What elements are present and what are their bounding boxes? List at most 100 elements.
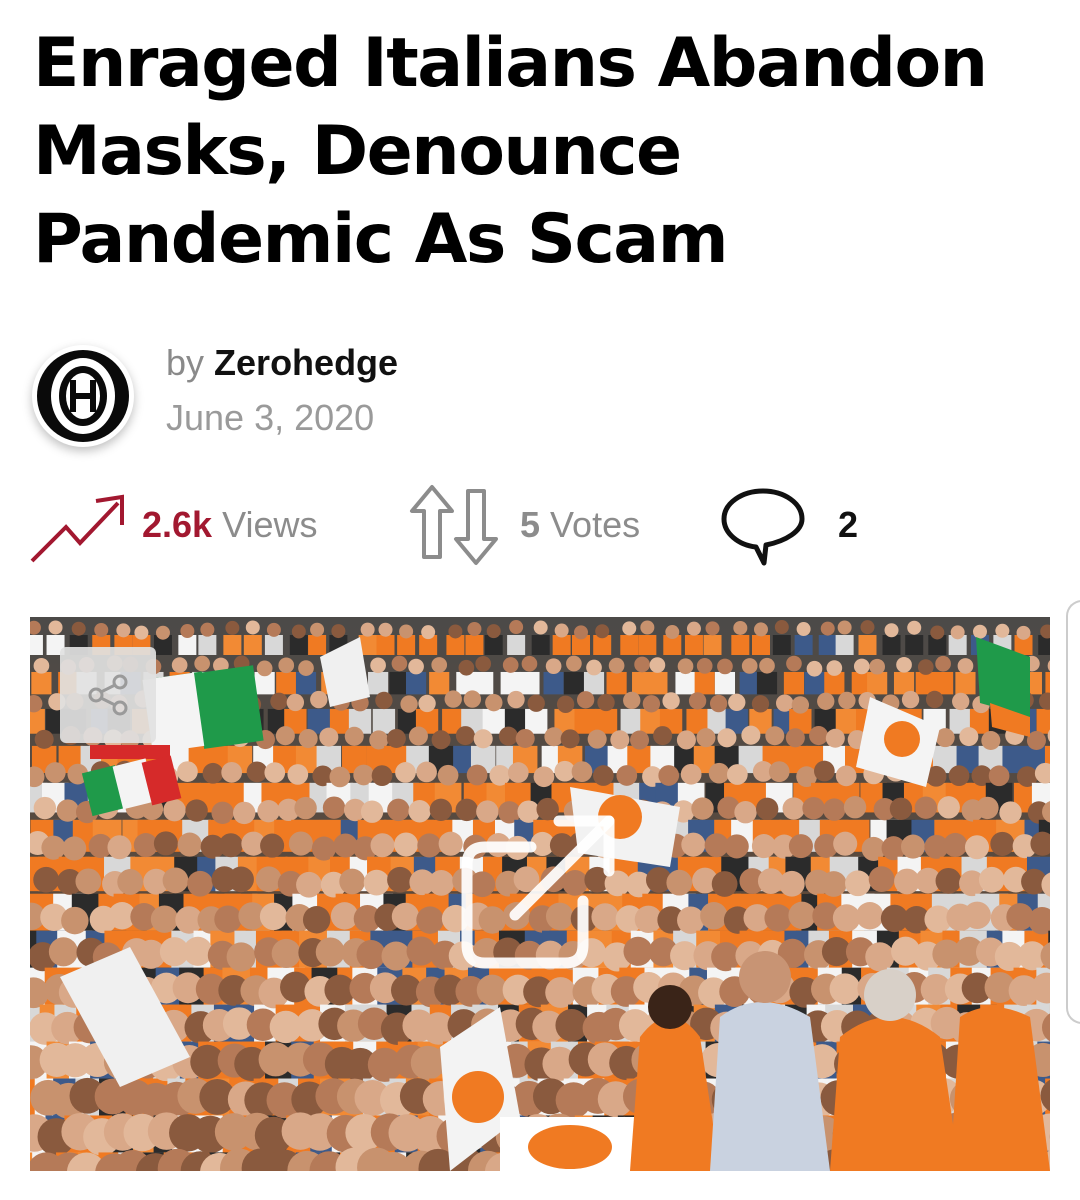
crowd-head — [533, 620, 548, 635]
crowd-head — [896, 656, 912, 673]
crowd-head — [802, 796, 825, 820]
author-name[interactable]: Zerohedge — [214, 342, 398, 383]
crowd-head — [610, 730, 630, 750]
comments-stat[interactable]: 2 — [718, 480, 858, 570]
crowd-head — [33, 657, 50, 674]
crowd-body — [507, 635, 526, 655]
side-panel-handle[interactable] — [1066, 600, 1080, 1024]
crowd-head — [560, 729, 580, 749]
crowd-head — [907, 620, 922, 635]
crowd-head — [717, 658, 733, 675]
share-icon — [88, 674, 128, 716]
crowd-head — [753, 622, 768, 637]
crowd-head — [431, 730, 451, 750]
open-external-icon[interactable] — [455, 805, 625, 975]
crowd-head — [310, 622, 325, 637]
crowd-head — [48, 937, 78, 967]
updown-arrows-icon[interactable] — [406, 483, 502, 567]
crowd-head — [271, 938, 301, 969]
crowd-head — [741, 725, 761, 745]
crowd-body — [376, 635, 395, 655]
crowd-head — [421, 625, 436, 640]
crowd-head — [339, 868, 366, 895]
crowd-head — [935, 867, 962, 894]
crowd-head — [353, 764, 375, 786]
article-page: Enraged Italians Abandon Masks, Denounce… — [0, 0, 1080, 1200]
crowd-head — [741, 658, 758, 674]
crowd-head — [466, 764, 488, 786]
crowd-head — [371, 765, 393, 786]
crowd-head — [394, 832, 419, 857]
crowd-head — [708, 762, 730, 784]
crowd-body — [473, 671, 494, 695]
crowd-head — [378, 622, 393, 637]
crowd-head — [278, 657, 295, 674]
crowd-head — [837, 620, 852, 635]
crowd-head — [838, 691, 856, 710]
crowd-head — [226, 942, 256, 972]
crowd-head — [416, 906, 444, 934]
crowd-body — [867, 671, 888, 695]
author-avatar[interactable] — [32, 345, 134, 447]
crowd-head — [163, 798, 186, 822]
crowd-head — [270, 692, 288, 710]
crowd-body — [858, 635, 877, 655]
crowd-body — [731, 635, 750, 655]
crowd-head — [696, 658, 713, 674]
crowd-head — [972, 624, 987, 639]
crowd-head — [194, 655, 210, 672]
crowd-head — [180, 624, 195, 639]
crowd-head — [408, 800, 431, 823]
crowd-head — [533, 766, 555, 788]
crowd-head — [183, 936, 213, 966]
crowd-head — [185, 799, 208, 822]
crowd-head — [948, 765, 970, 786]
crowd-head — [507, 690, 525, 709]
crowd-head — [976, 796, 999, 820]
crowd-head — [593, 765, 614, 786]
crowd-head — [717, 728, 737, 748]
crowd-head — [255, 866, 282, 893]
crowd-head — [640, 620, 655, 635]
crowd-head — [417, 833, 442, 858]
crowd-body — [372, 708, 396, 734]
crowd-head — [134, 625, 149, 640]
crowd-head — [437, 764, 459, 786]
crowd-head — [681, 832, 706, 857]
crowd-head — [286, 693, 305, 712]
crowd-head — [34, 729, 54, 749]
trending-up-icon — [30, 494, 124, 563]
crowd-head — [817, 692, 835, 710]
crowd-head — [963, 901, 991, 930]
crowd-head — [418, 694, 436, 713]
crowd-head — [507, 762, 529, 783]
crowd-head — [826, 660, 843, 676]
article-title: Enraged Italians Abandon Masks, Denounce… — [33, 20, 1043, 284]
crowd-body — [620, 708, 643, 734]
crowd-head — [360, 622, 375, 637]
crowd-body — [783, 671, 805, 695]
crowd-head — [431, 657, 448, 673]
crowd-head — [860, 620, 875, 635]
crowd-head — [473, 729, 493, 749]
crowd-head — [622, 621, 637, 636]
votes-stat: 5 Votes — [406, 480, 640, 570]
crowd-body — [405, 671, 427, 695]
crowd-head — [288, 831, 313, 856]
crowd-head — [228, 866, 254, 893]
crowd-head — [868, 866, 895, 893]
crowd-head — [576, 691, 595, 709]
crowd-head — [853, 658, 870, 675]
share-button[interactable] — [60, 647, 156, 743]
crowd-head — [820, 871, 847, 897]
crowd-head — [832, 904, 861, 932]
crowd-head — [331, 624, 346, 639]
crowd-head — [302, 906, 331, 934]
crowd-head — [688, 692, 707, 710]
comment-bubble-icon[interactable] — [718, 483, 808, 567]
crowd-head — [225, 620, 240, 635]
crowd-head — [642, 695, 661, 713]
crowd-body — [835, 635, 854, 655]
crowd-head — [700, 902, 728, 930]
crowd-head — [444, 690, 462, 708]
